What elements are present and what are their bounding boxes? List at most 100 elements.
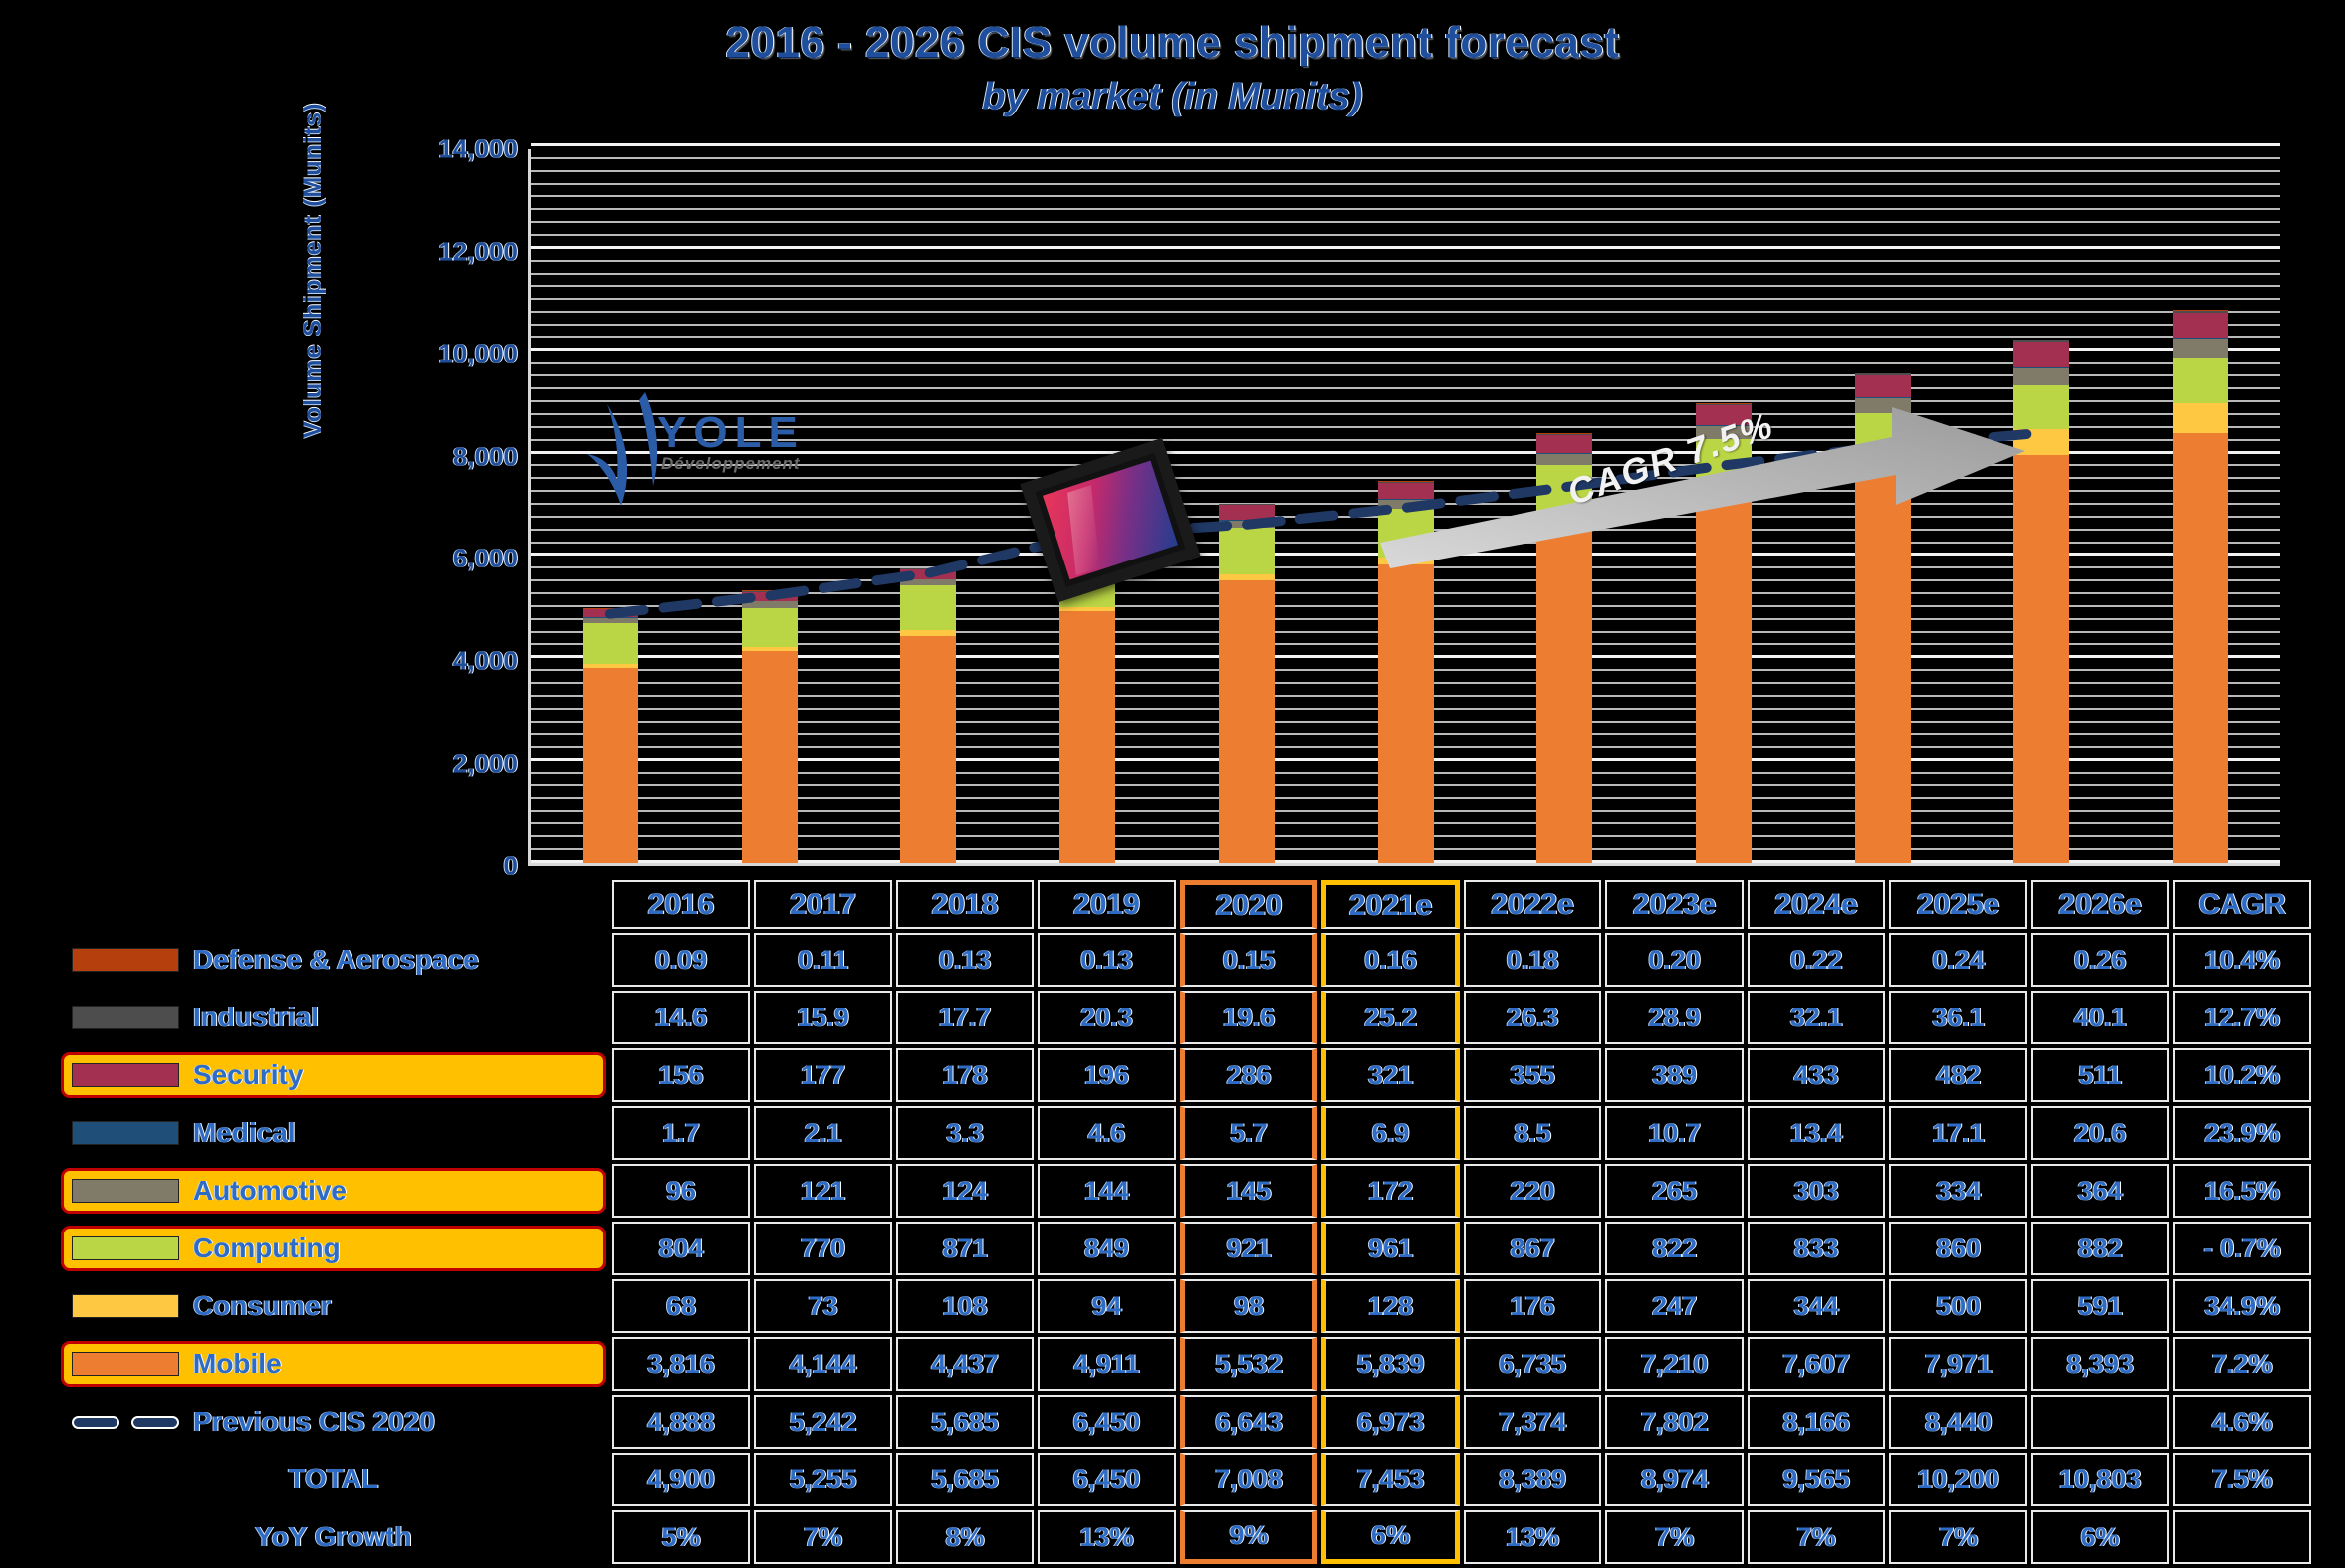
legend-label: Security	[193, 1059, 304, 1090]
stacked-bar-2026e[interactable]	[2173, 309, 2229, 863]
table-cell: 7%	[1747, 1510, 1886, 1564]
table-cell: 10,200	[1889, 1453, 2027, 1506]
table-cell: 433	[1747, 1048, 1886, 1102]
stacked-bar-2016[interactable]	[582, 608, 638, 863]
bar-segment-security	[741, 591, 798, 601]
table-cell: 0.18	[1463, 933, 1602, 987]
table-cell: 156	[611, 1048, 751, 1102]
table-cell: 804	[611, 1222, 751, 1275]
table-row: Defense & Aerospace 0.09 0.11 0.13 0.13 0.15 0…	[59, 933, 2311, 987]
table-cell: 10,803	[2030, 1453, 2170, 1506]
table-cell	[2173, 1510, 2311, 1564]
stacked-bar-2017[interactable]	[741, 590, 798, 863]
table-cell: 849	[1038, 1222, 1176, 1275]
row-label-cell: YoY Growth	[59, 1510, 608, 1564]
table-cell: 5,532	[1179, 1337, 1318, 1391]
legend-item-defense-aerospace[interactable]: Defense & Aerospace	[61, 937, 606, 983]
table-cell: 1.7	[611, 1106, 751, 1160]
legend-item-medical[interactable]: Medical	[61, 1110, 606, 1156]
bar-segment-security	[1218, 505, 1275, 521]
table-cell: 6,973	[1321, 1395, 1460, 1449]
legend-item-mobile[interactable]: Mobile	[61, 1341, 606, 1387]
table-cell: 13.4	[1747, 1106, 1886, 1160]
table-cell: 334	[1889, 1164, 2027, 1218]
column-header-2024e[interactable]: 2024e	[1747, 880, 1886, 929]
table-cell: 0.26	[2030, 933, 2170, 987]
row-label-cell: Consumer	[59, 1279, 608, 1333]
table-cell: 73	[754, 1279, 892, 1333]
yole-tagline: Développement	[661, 454, 801, 473]
legend-swatch-icon	[72, 1294, 179, 1318]
table-cell: 8%	[895, 1510, 1035, 1564]
table-cell: 8,166	[1747, 1395, 1886, 1449]
legend-item-yoy-growth[interactable]: YoY Growth	[61, 1514, 606, 1560]
table-cell: 5,242	[754, 1395, 892, 1449]
table-cell: 16.5%	[2173, 1164, 2311, 1218]
legend-label: YoY Growth	[255, 1521, 412, 1552]
table-cell: 303	[1747, 1164, 1886, 1218]
table-cell: 178	[895, 1048, 1035, 1102]
row-label-cell: Computing	[59, 1222, 608, 1275]
table-cell: 196	[1038, 1048, 1176, 1102]
table-cell: 5,255	[754, 1453, 892, 1506]
legend-item-previous-cis-2020[interactable]: Previous CIS 2020	[61, 1399, 606, 1445]
legend-item-computing[interactable]: Computing	[61, 1226, 606, 1271]
table-cell: 364	[2030, 1164, 2170, 1218]
table-cell: 860	[1889, 1222, 2027, 1275]
table-cell: 8.5	[1463, 1106, 1602, 1160]
column-header-CAGR[interactable]: CAGR	[2173, 880, 2311, 929]
table-cell: - 0.7%	[2173, 1222, 2311, 1275]
column-header-2020[interactable]: 2020	[1179, 880, 1318, 929]
table-cell: 7%	[1889, 1510, 2027, 1564]
column-header-2019[interactable]: 2019	[1038, 880, 1176, 929]
y-axis-tick-labels: 0 2,000 4,000 6,000 8,000 10,000 12,000 14,000	[378, 134, 518, 881]
column-header-2016[interactable]: 2016	[611, 880, 751, 929]
stacked-bar-2018[interactable]	[900, 567, 957, 863]
legend-item-security[interactable]: Security	[61, 1052, 606, 1098]
table-row: Industrial 14.6 15.9 17.7 20.3 19.6 25.2 26.3 28…	[59, 991, 2311, 1044]
table-cell: 7,210	[1605, 1337, 1744, 1391]
table-cell: 7,607	[1747, 1337, 1886, 1391]
column-header-2026e[interactable]: 2026e	[2030, 880, 2170, 929]
y-tick-10000: 10,000	[438, 338, 518, 369]
table-cell: 19.6	[1179, 991, 1318, 1044]
table-body: Defense & Aerospace 0.09 0.11 0.13 0.13 0.15 0…	[59, 933, 2311, 1564]
column-header-2021e[interactable]: 2021e	[1321, 880, 1460, 929]
legend-item-consumer[interactable]: Consumer	[61, 1283, 606, 1329]
table-cell: 0.20	[1605, 933, 1744, 987]
data-table-wrap: 2016 2017 2018 2019 2020 2021e 2022e 2023e 2024e…	[55, 876, 2315, 1568]
column-header-2025e[interactable]: 2025e	[1889, 880, 2027, 929]
stacked-bar-2020[interactable]	[1218, 503, 1275, 863]
bar-segment-computing	[900, 585, 957, 631]
table-cell: 6.9	[1321, 1106, 1460, 1160]
table-cell: 28.9	[1605, 991, 1744, 1044]
bar-segment-security	[582, 609, 638, 618]
table-cell: 6,735	[1463, 1337, 1602, 1391]
table-row: Security 156 177 178 196 286 321 355 389 433 482 51…	[59, 1048, 2311, 1102]
table-cell: 4,437	[895, 1337, 1035, 1391]
table-cell: 23.9%	[2173, 1106, 2311, 1160]
table-cell: 5,685	[895, 1453, 1035, 1506]
table-cell: 4.6	[1038, 1106, 1176, 1160]
column-header-2022e[interactable]: 2022e	[1463, 880, 1602, 929]
yole-wordmark: YOLE	[657, 408, 805, 457]
legend-item-automotive[interactable]: Automotive	[61, 1168, 606, 1214]
table-cell: 17.1	[1889, 1106, 2027, 1160]
table-cell: 96	[611, 1164, 751, 1218]
table-cell: 121	[754, 1164, 892, 1218]
column-header-2023e[interactable]: 2023e	[1605, 880, 1744, 929]
column-header-2017[interactable]: 2017	[754, 880, 892, 929]
chart-page: 2016 - 2026 CIS volume shipment forecast…	[0, 0, 2345, 1568]
table-cell: 0.22	[1747, 933, 1886, 987]
bar-segment-computing	[582, 622, 638, 665]
table-cell: 7%	[754, 1510, 892, 1564]
sensor-glint	[1067, 485, 1100, 576]
table-cell: 124	[895, 1164, 1035, 1218]
legend-item-total[interactable]: TOTAL	[61, 1456, 606, 1502]
table-cell: 177	[754, 1048, 892, 1102]
column-header-2018[interactable]: 2018	[895, 880, 1035, 929]
table-row: Mobile 3,816 4,144 4,437 4,911 5,532 5,839 6,73…	[59, 1337, 2311, 1391]
legend-item-industrial[interactable]: Industrial	[61, 995, 606, 1040]
table-cell: 2.1	[754, 1106, 892, 1160]
bar-segment-automotive	[2013, 367, 2070, 386]
